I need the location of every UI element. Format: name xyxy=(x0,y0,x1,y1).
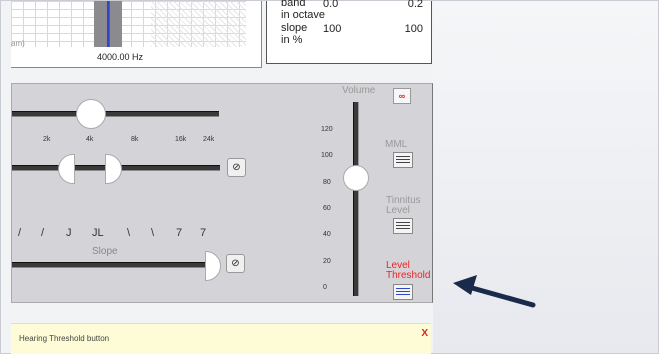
volume-scale-20: 20 xyxy=(323,258,331,265)
pointer-arrow-icon xyxy=(453,275,536,308)
slope-glyph-5[interactable]: \ xyxy=(127,227,130,239)
freq-tick-24k: 24k xyxy=(203,136,215,143)
info-value-slope-1: 100 xyxy=(323,23,342,35)
bandwidth-slider-right-knob[interactable] xyxy=(105,154,122,184)
info-label-percent: in % xyxy=(281,34,303,46)
hearing-threshold-icon[interactable] xyxy=(393,284,413,300)
volume-scale-120: 120 xyxy=(321,126,333,133)
info-value-band-2: 0.2 xyxy=(407,0,423,10)
info-value-slope-2: 100 xyxy=(404,23,423,35)
slope-glyph-8[interactable]: 7 xyxy=(200,227,206,239)
info-label-octave: in octave xyxy=(281,9,326,21)
volume-scale-100: 100 xyxy=(321,152,333,159)
info-label-band: band xyxy=(281,0,306,9)
frequency-marker-red xyxy=(109,1,110,47)
volume-slider-track[interactable] xyxy=(353,102,359,296)
info-value-band-1: 0.0 xyxy=(323,0,339,10)
mml-mask-icon[interactable] xyxy=(393,152,413,168)
control-panel: 2k 4k 8k 16k 24k ⊘ / / J JL \ \ 7 7 Slop… xyxy=(11,83,433,303)
slope-slider-knob[interactable] xyxy=(205,251,221,281)
freq-tick-4k: 4k xyxy=(86,136,94,143)
volume-scale-0: 0 xyxy=(323,284,327,291)
volume-slider-knob[interactable] xyxy=(343,165,369,191)
volume-label: Volume xyxy=(342,85,376,96)
mml-label[interactable]: MML xyxy=(385,140,407,150)
threshold-label[interactable]: Threshold xyxy=(386,271,430,281)
app-window: am) 4000.00 Hz band 0.0 0.2 in octave sl… xyxy=(0,0,659,354)
tinnitus-level-label[interactable]: Level xyxy=(386,206,410,216)
slope-link-icon[interactable]: ⊘ xyxy=(226,254,245,273)
slope-glyph-3[interactable]: J xyxy=(66,227,72,239)
slope-glyph-7[interactable]: 7 xyxy=(176,227,182,239)
freq-tick-2k: 2k xyxy=(43,136,51,143)
bandwidth-slider-left-knob[interactable] xyxy=(58,154,75,184)
slope-glyph-1[interactable]: / xyxy=(18,227,21,239)
slope-glyph-2[interactable]: / xyxy=(41,227,44,239)
volume-scale-60: 60 xyxy=(323,205,331,212)
slope-label: Slope xyxy=(92,246,118,257)
clipped-label: am) xyxy=(11,39,25,48)
slope-glyph-4[interactable]: JL xyxy=(92,227,104,239)
spectrum-hatch xyxy=(151,1,246,47)
frequency-slider-knob[interactable] xyxy=(76,99,106,129)
frequency-label: 4000.00 Hz xyxy=(97,52,144,62)
volume-scale-40: 40 xyxy=(323,231,331,238)
tinnitus-level-icon[interactable] xyxy=(393,218,413,234)
slope-glyph-6[interactable]: \ xyxy=(151,227,154,239)
frequency-slider-track[interactable] xyxy=(12,111,219,117)
volume-scale-80: 80 xyxy=(323,179,331,186)
tooltip-text: Hearing Threshold button xyxy=(19,334,110,343)
spectrum-panel: am) 4000.00 Hz xyxy=(11,1,262,68)
freq-tick-8k: 8k xyxy=(131,136,139,143)
close-icon[interactable]: X xyxy=(421,328,428,339)
volume-link-icon[interactable]: ∞ xyxy=(393,88,411,104)
bandwidth-link-icon[interactable]: ⊘ xyxy=(227,158,246,177)
slope-slider-track[interactable] xyxy=(12,262,212,268)
info-label-slope: slope xyxy=(281,22,308,34)
status-tooltip: Hearing Threshold button X xyxy=(11,323,431,354)
freq-tick-16k: 16k xyxy=(175,136,187,143)
band-info-box: band 0.0 0.2 in octave slope 100 100 in … xyxy=(266,0,432,64)
